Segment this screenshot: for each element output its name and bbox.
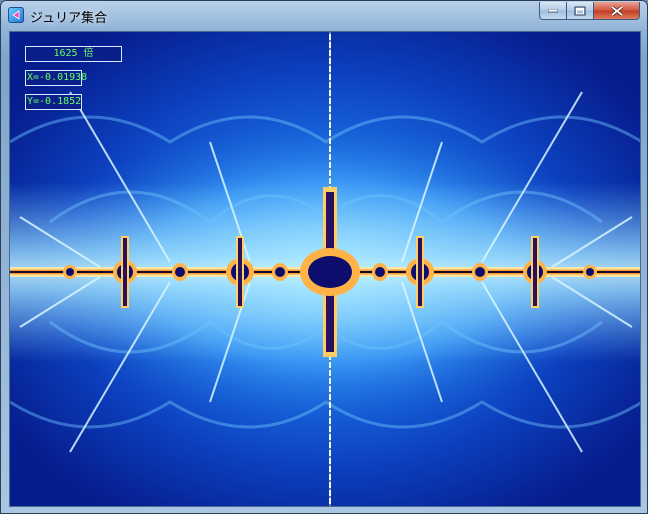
close-button[interactable]: [594, 2, 640, 20]
fractal-canvas[interactable]: 1625 倍 X=-0.01938 Y=-0.1852: [9, 31, 641, 507]
x-coordinate-display: X=-0.01938: [25, 70, 87, 86]
minimize-icon: [548, 8, 558, 12]
y-coordinate-display: Y=-0.1852: [25, 94, 82, 110]
title-bar[interactable]: ジュリア集合: [1, 1, 647, 29]
julia-set-image: [10, 32, 640, 506]
app-window: ジュリア集合 1625 倍 X=-0.01938 Y=-0.1852: [0, 0, 648, 514]
zoom-level-display: 1625 倍: [25, 46, 122, 62]
maximize-icon: [574, 6, 586, 15]
maximize-button[interactable]: [567, 2, 594, 20]
window-title: ジュリア集合: [30, 11, 108, 26]
minimize-button[interactable]: [539, 2, 567, 20]
app-icon[interactable]: [8, 7, 24, 23]
close-icon: [610, 5, 623, 16]
